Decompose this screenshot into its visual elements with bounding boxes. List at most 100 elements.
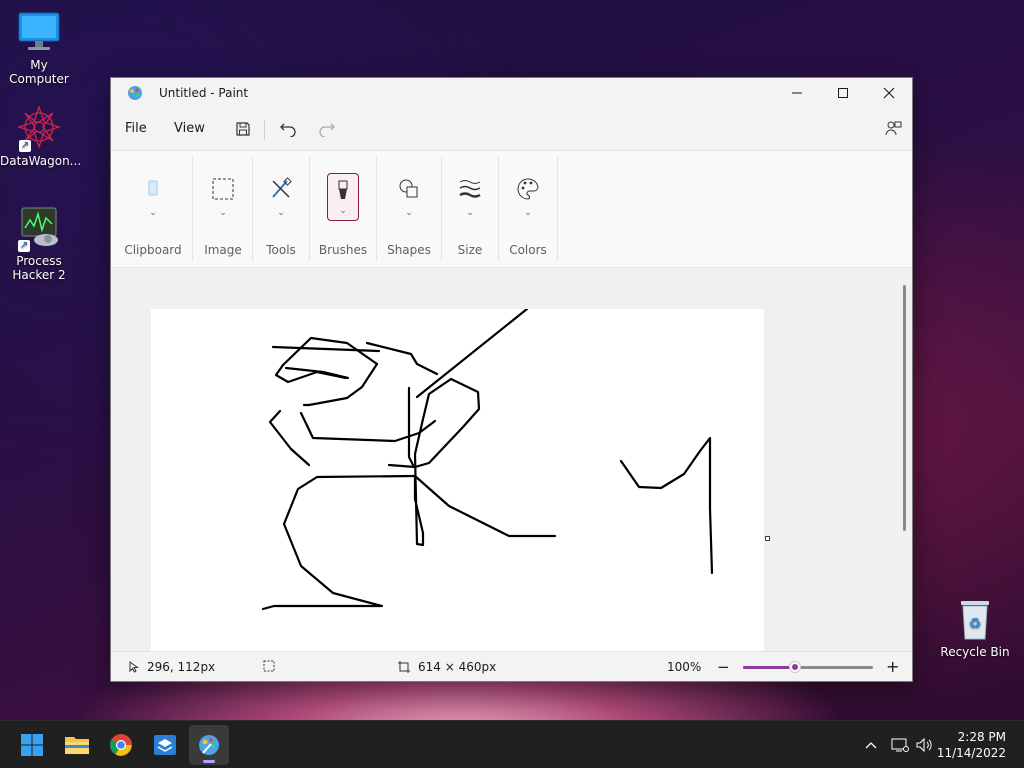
taskbar-chrome[interactable] xyxy=(101,725,141,765)
start-button[interactable] xyxy=(12,725,52,765)
selection-size xyxy=(263,660,275,672)
desktop-icon-recycle-bin[interactable]: ♻ Recycle Bin xyxy=(936,597,1014,659)
palette-icon xyxy=(516,177,540,201)
minimize-button[interactable] xyxy=(774,78,820,108)
desktop-icon-label: DataWagon... xyxy=(0,154,82,168)
svg-text:♻: ♻ xyxy=(969,616,982,632)
zoom-percent: 100% xyxy=(667,660,702,674)
clock-time: 2:28 PM xyxy=(957,730,1006,744)
status-bar: 296, 112px 614 × 460px 100% − + xyxy=(111,651,912,681)
redo-icon xyxy=(319,123,335,137)
ribbon-group-colors[interactable]: ⌄ Colors xyxy=(499,151,557,267)
ribbon-group-clipboard[interactable]: ⌄ Clipboard xyxy=(121,151,185,267)
chevron-down-icon: ⌄ xyxy=(524,208,532,218)
shapes-icon xyxy=(397,177,421,201)
cursor-position: 296, 112px xyxy=(129,660,215,674)
undo-button[interactable] xyxy=(276,117,300,141)
chevron-down-icon: ⌄ xyxy=(149,208,157,218)
ribbon-group-image[interactable]: ⌄ Image xyxy=(193,151,253,267)
paint-app-icon xyxy=(127,85,143,101)
chevron-down-icon: ⌄ xyxy=(405,208,413,218)
paint-window: Untitled - Paint File View ⌄ Clipboard ⌄… xyxy=(110,77,913,682)
chevron-down-icon: ⌄ xyxy=(219,208,227,218)
save-button[interactable] xyxy=(231,117,255,141)
taskbar-store[interactable] xyxy=(145,725,185,765)
tools-icon xyxy=(269,177,293,201)
undo-icon xyxy=(280,123,296,137)
canvas-resize-handle[interactable] xyxy=(765,536,770,541)
clock-date: 11/14/2022 xyxy=(936,746,1006,760)
zoom-slider-thumb[interactable] xyxy=(789,661,801,673)
chevron-down-icon: ⌄ xyxy=(466,208,474,218)
chevron-down-icon: ⌄ xyxy=(277,208,285,218)
menu-bar: File View xyxy=(111,108,912,150)
drawing-canvas[interactable] xyxy=(151,307,764,651)
selection-icon xyxy=(263,660,275,672)
window-title: Untitled - Paint xyxy=(159,86,249,100)
zoom-in-button[interactable]: + xyxy=(886,657,899,676)
vertical-scrollbar[interactable] xyxy=(903,285,906,531)
menu-view[interactable]: View xyxy=(174,121,205,136)
monitor-icon xyxy=(17,10,61,54)
desktop-icon-label: Process Hacker 2 xyxy=(12,254,66,282)
account-button[interactable] xyxy=(881,117,905,141)
network-icon xyxy=(891,738,909,752)
ribbon-group-brushes[interactable]: ⌄ Brushes xyxy=(310,151,376,267)
system-clock[interactable]: 2:28 PM 11/14/2022 xyxy=(937,729,1006,761)
canvas-size: 614 × 460px xyxy=(398,660,496,674)
zoom-out-button[interactable]: − xyxy=(717,658,730,676)
canvas-area[interactable] xyxy=(111,269,912,651)
chevron-up-icon xyxy=(865,742,877,749)
zoom-slider-fill xyxy=(743,666,795,669)
ribbon-group-label: Tools xyxy=(266,243,296,257)
ribbon-group-label: Image xyxy=(204,243,242,257)
taskbar-paint[interactable] xyxy=(189,725,229,765)
desktop-icon-label: My Computer xyxy=(9,58,69,86)
network-button[interactable] xyxy=(891,721,909,768)
cursor-position-text: 296, 112px xyxy=(147,660,216,674)
ribbon-divider xyxy=(557,157,558,261)
active-app-indicator xyxy=(203,760,215,763)
title-bar[interactable]: Untitled - Paint xyxy=(111,78,912,108)
ribbon-group-label: Colors xyxy=(509,243,547,257)
menu-file[interactable]: File xyxy=(125,121,147,136)
start-icon xyxy=(21,734,43,756)
process-hacker-icon: ↗ xyxy=(16,206,62,252)
ribbon-group-tools[interactable]: ⌄ Tools xyxy=(253,151,309,267)
ribbon-group-label: Shapes xyxy=(387,243,431,257)
paint-icon xyxy=(199,735,219,755)
show-hidden-icons-button[interactable] xyxy=(864,721,878,768)
desktop-icon-label: Recycle Bin xyxy=(940,645,1010,659)
chevron-down-icon: ⌄ xyxy=(339,206,347,216)
brush-icon xyxy=(331,179,355,203)
ribbon-group-label: Size xyxy=(457,243,483,257)
ribbon-toolbar: ⌄ Clipboard ⌄ Image ⌄ Tools ⌄ Brushes ⌄ … xyxy=(111,150,912,268)
taskbar-file-explorer[interactable] xyxy=(57,725,97,765)
ribbon-group-size[interactable]: ⌄ Size xyxy=(442,151,498,267)
select-rectangle-icon xyxy=(211,177,235,201)
ribbon-group-shapes[interactable]: ⌄ Shapes xyxy=(377,151,441,267)
desktop-icon-process-hacker[interactable]: ↗ Process Hacker 2 xyxy=(0,206,78,282)
redo-button[interactable] xyxy=(315,117,339,141)
desktop-icon-my-computer[interactable]: My Computer xyxy=(0,10,78,86)
save-icon xyxy=(236,122,250,136)
close-button[interactable] xyxy=(866,78,912,108)
desktop-icon-datawagon[interactable]: ↗ DataWagon... xyxy=(0,104,82,168)
ribbon-group-label: Clipboard xyxy=(124,243,182,257)
chrome-icon xyxy=(110,734,132,756)
maximize-button[interactable] xyxy=(820,78,866,108)
clipboard-icon xyxy=(141,177,165,201)
datawagon-icon: ↗ xyxy=(16,104,62,152)
menu-divider xyxy=(264,120,265,140)
size-icon xyxy=(458,177,482,201)
canvas-size-text: 614 × 460px xyxy=(418,660,497,674)
pointer-icon xyxy=(129,661,139,673)
volume-button[interactable] xyxy=(916,721,934,768)
zoom-slider[interactable] xyxy=(743,661,873,673)
freehand-strokes xyxy=(261,307,714,611)
minimize-icon xyxy=(792,92,802,94)
canvas-size-icon xyxy=(398,661,410,673)
shortcut-arrow-icon: ↗ xyxy=(19,140,31,152)
account-icon xyxy=(885,121,902,136)
maximize-icon xyxy=(838,88,848,98)
